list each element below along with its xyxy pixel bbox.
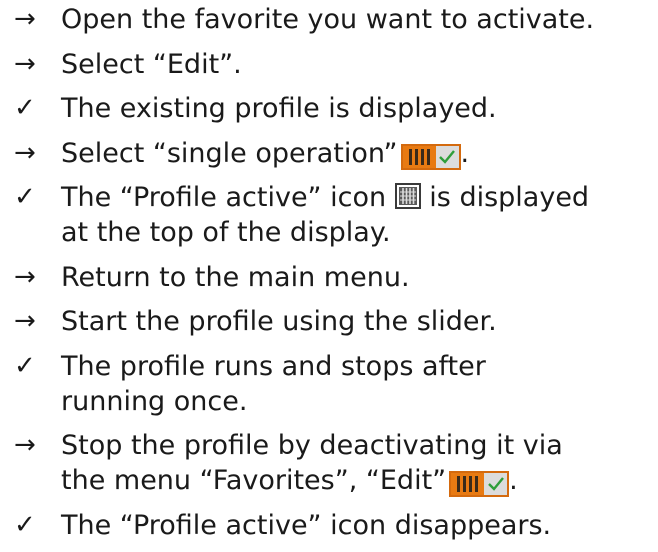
arrow-bullet-icon: → [14,261,36,292]
arrow-bullet-icon: → [14,4,36,34]
step-text: Open the favorite you want to activate. [61,2,657,37]
list-item: → Stop the profile by deactivating it vi… [0,428,658,498]
instruction-list: → Open the favorite you want to activate… [0,2,658,552]
step-text-before: Select “single operation” [61,137,398,169]
profile-active-icon [394,183,421,209]
step-line: running once. [61,385,248,417]
list-item: → Select “Edit”. [0,47,658,82]
step-line: Select “Edit”. [61,48,242,80]
step-text-before: the menu “Favorites”, “Edit” [61,465,447,496]
arrow-bullet-icon: → [14,430,36,460]
arrow-bullet-icon: → [14,306,36,336]
list-item: → Open the favorite you want to activate… [0,2,658,37]
list-item: ✓ The profile runs and stops after runni… [0,349,658,419]
step-text: Stop the profile by deactivating it via … [61,428,657,498]
list-item: ✓ The existing profile is displayed. [0,91,658,126]
list-item: → Start the profile using the slider. [0,304,658,339]
step-text: The profile runs and stops after running… [61,349,657,419]
arrow-bullet-icon: → [14,48,36,79]
step-text: Return to the main menu. [61,260,657,295]
step-line: The “Profile active” icon is displayed [61,180,657,215]
toggle-bars [402,145,436,168]
toggle-bars [451,473,485,495]
list-item: → Select “single operation”. [0,136,658,171]
step-text: Start the profile using the slider. [61,304,657,339]
step-line: the menu “Favorites”, “Edit”. [61,463,657,498]
step-text: The existing profile is displayed. [61,91,657,126]
green-check-icon [484,473,508,495]
green-check-icon [435,145,459,168]
single-operation-toggle-icon [449,471,510,497]
step-line: The existing profile is displayed. [61,93,497,124]
step-text-after: is displayed [429,182,590,213]
step-line: Open the favorite you want to activate. [61,4,595,35]
step-text: The “Profile active” icon is displayed a… [61,180,657,250]
step-text-after: . [460,137,470,169]
step-line: Return to the main menu. [61,261,410,293]
single-operation-toggle-icon [400,143,461,170]
step-line: Select “single operation”. [61,136,657,171]
step-text-before: The “Profile active” icon [61,182,387,213]
list-item: → Return to the main menu. [0,260,658,295]
step-line: The “Profile active” icon disappears. [61,509,552,541]
step-text: Select “single operation”. [61,136,657,171]
check-bullet-icon: ✓ [14,350,36,381]
check-bullet-icon: ✓ [14,93,36,123]
step-line: Start the profile using the slider. [61,306,497,337]
check-bullet-icon: ✓ [14,182,36,212]
step-line: The profile runs and stops after [61,350,486,382]
arrow-bullet-icon: → [14,137,36,168]
step-text-after: . [509,465,518,496]
step-line: Stop the profile by deactivating it via [61,430,563,461]
step-text: Select “Edit”. [61,47,657,82]
check-bullet-icon: ✓ [14,509,36,540]
list-item: ✓ The “Profile active” icon disappears. [0,508,658,543]
step-line: at the top of the display. [61,217,391,248]
list-item: ✓ The “Profile active” icon is displayed… [0,180,658,250]
step-text: The “Profile active” icon disappears. [61,508,657,543]
